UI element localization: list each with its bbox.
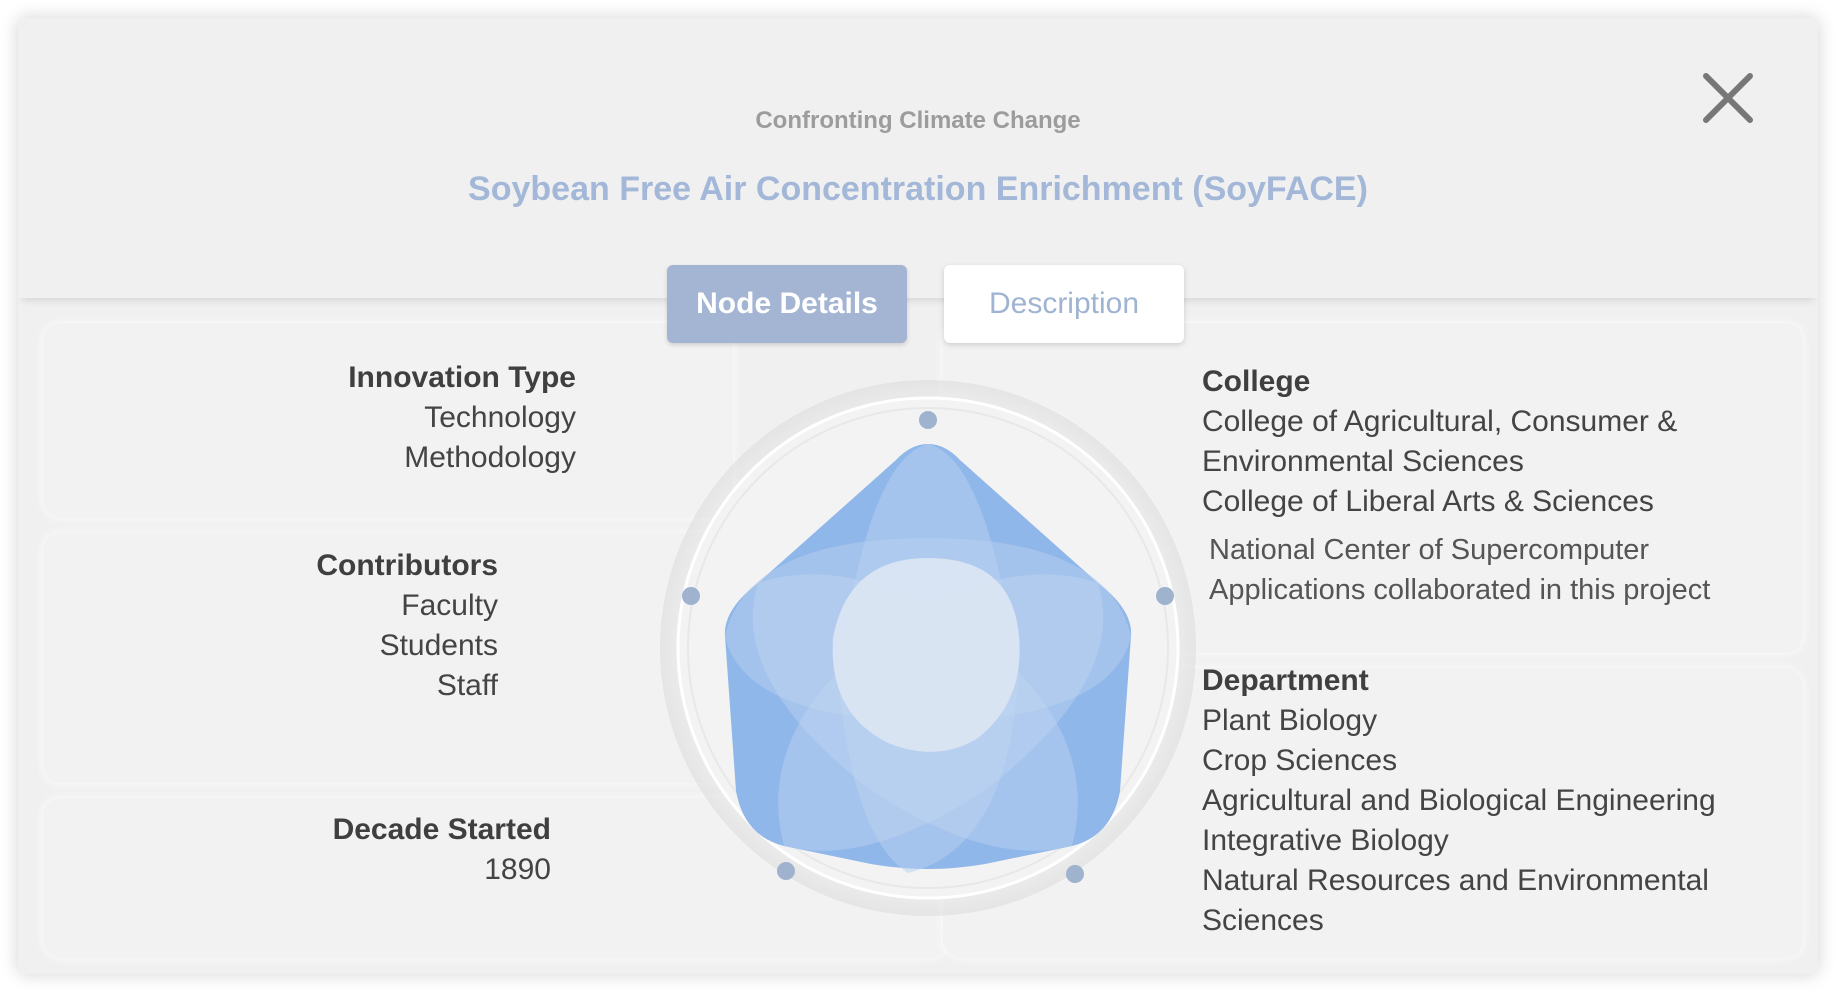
contributors-heading: Contributors xyxy=(316,549,498,582)
department-item: Plant Biology xyxy=(1202,704,1378,737)
node-detail-modal: Confronting Climate Change Soybean Free … xyxy=(18,18,1818,974)
department-item: Crop Sciences xyxy=(1202,744,1398,777)
radar-axis-dot xyxy=(777,862,795,880)
radar-axis-dot xyxy=(919,411,937,429)
innovation-type-item: Methodology xyxy=(404,441,576,474)
innovation-type-heading: Innovation Type xyxy=(348,361,576,394)
radar-chart xyxy=(658,378,1198,918)
collaboration-note: National Center of Supercomputer Applica… xyxy=(1202,530,1802,610)
tab-description[interactable]: Description xyxy=(944,265,1184,343)
contributor-item: Students xyxy=(379,629,498,662)
radar-axis-dot xyxy=(1066,865,1084,883)
close-icon[interactable] xyxy=(1698,68,1758,128)
contributors-section: Contributors Faculty Students Staff xyxy=(198,546,498,706)
college-section: College College of Agricultural, Consume… xyxy=(1202,362,1802,610)
decade-started-section: Decade Started 1890 xyxy=(218,810,551,890)
innovation-type-item: Technology xyxy=(424,401,576,434)
collaboration-note-line: National Center of Supercomputer xyxy=(1209,534,1650,566)
college-item: Environmental Sciences xyxy=(1202,445,1524,478)
department-heading: Department xyxy=(1202,664,1369,697)
department-item: Agricultural and Biological Engineering xyxy=(1202,784,1716,817)
radar-core xyxy=(832,558,1020,752)
modal-header: Confronting Climate Change Soybean Free … xyxy=(18,18,1818,298)
department-item: Natural Resources and Environmental xyxy=(1202,864,1709,897)
department-section: Department Plant Biology Crop Sciences A… xyxy=(1202,661,1802,941)
radar-axis-dot xyxy=(682,587,700,605)
college-heading: College xyxy=(1202,365,1311,398)
node-title: Soybean Free Air Concentration Enrichmen… xyxy=(468,170,1368,208)
collaboration-note-line: Applications collaborated in this projec… xyxy=(1209,574,1711,606)
department-item: Integrative Biology xyxy=(1202,824,1449,857)
college-item: College of Liberal Arts & Sciences xyxy=(1202,485,1654,518)
tab-node-details[interactable]: Node Details xyxy=(667,265,907,343)
radar-axis-dot xyxy=(1156,587,1174,605)
department-item: Sciences xyxy=(1202,904,1324,937)
contributor-item: Faculty xyxy=(401,589,498,622)
decade-started-heading: Decade Started xyxy=(332,813,551,846)
innovation-type-section: Innovation Type Technology Methodology xyxy=(218,358,576,478)
contributor-item: Staff xyxy=(436,669,498,702)
college-item: College of Agricultural, Consumer & xyxy=(1202,405,1678,438)
category-subtitle: Confronting Climate Change xyxy=(755,107,1081,134)
decade-started-value: 1890 xyxy=(484,853,551,886)
